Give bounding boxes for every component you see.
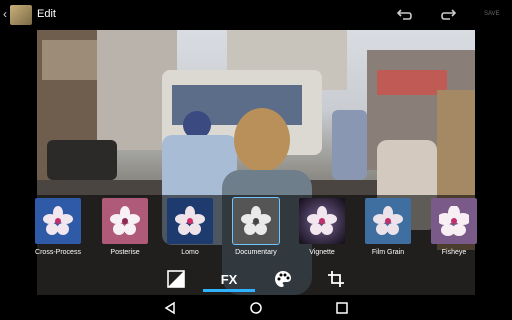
system-nav-bar (0, 296, 512, 320)
flower-icon (110, 206, 140, 235)
app-icon[interactable] (10, 5, 32, 25)
flower-icon (241, 206, 271, 235)
effects-strip: Cross-Process Posterise Lomo Documentary (0, 195, 512, 263)
filter-posterise[interactable]: Posterise (99, 198, 151, 256)
selected-tab-indicator (203, 289, 255, 292)
filter-thumbnail (35, 198, 81, 244)
flower-icon (175, 206, 205, 235)
tab-crop[interactable] (323, 268, 349, 290)
top-action-bar: ‹ Edit SAVE (0, 0, 512, 30)
exposure-icon (167, 270, 185, 288)
filter-label: Cross-Process (35, 249, 81, 256)
recents-icon[interactable] (334, 300, 350, 316)
save-button[interactable]: SAVE (484, 11, 500, 17)
palette-icon (275, 271, 291, 287)
filter-thumbnail (365, 198, 411, 244)
filter-lomo[interactable]: Lomo (164, 198, 216, 256)
filter-thumbnail (299, 198, 345, 244)
tab-adjust[interactable] (163, 268, 189, 290)
filter-label: Fisheye (441, 249, 467, 256)
filter-thumbnail (232, 197, 280, 245)
filter-label: Vignette (309, 249, 335, 256)
filter-thumbnail (102, 198, 148, 244)
filter-film-grain[interactable]: Film Grain (362, 198, 414, 256)
filter-thumbnail (431, 198, 477, 244)
back-icon[interactable] (162, 300, 178, 316)
filter-label: Lomo (181, 249, 199, 256)
filter-label: Documentary (235, 249, 277, 256)
home-icon[interactable] (248, 300, 264, 316)
filter-label: Film Grain (371, 249, 405, 256)
filter-documentary[interactable]: Documentary (230, 197, 282, 256)
filter-cross-process[interactable]: Cross-Process (32, 198, 84, 256)
filter-label: Posterise (110, 249, 140, 256)
filter-fisheye[interactable]: Fisheye (428, 198, 480, 256)
flower-icon (43, 206, 73, 235)
filter-thumbnail (167, 198, 213, 244)
page-title: Edit (37, 8, 56, 20)
flower-icon (373, 206, 403, 235)
tab-frames[interactable] (270, 268, 296, 290)
tab-fx[interactable]: FX (216, 268, 242, 290)
flower-icon (439, 206, 469, 236)
editor-tab-bar: FX (0, 263, 512, 296)
redo-icon[interactable] (440, 6, 458, 24)
up-arrow-icon[interactable]: ‹ (3, 7, 7, 21)
flower-icon (307, 206, 337, 235)
undo-icon[interactable] (395, 6, 413, 24)
filter-vignette[interactable]: Vignette (296, 198, 348, 256)
crop-icon (328, 271, 344, 287)
